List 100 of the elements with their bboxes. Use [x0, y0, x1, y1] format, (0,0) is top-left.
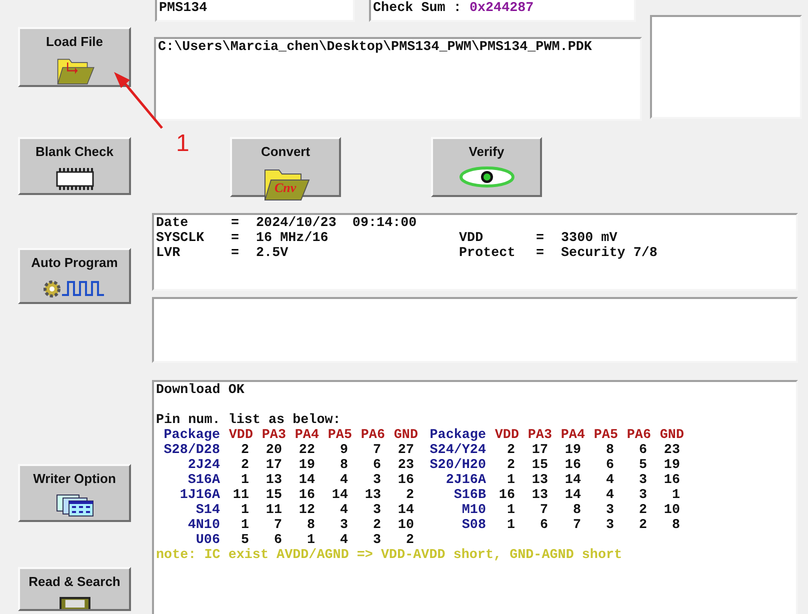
column-header: PA4	[560, 428, 586, 443]
load-file-button[interactable]: Load File	[18, 27, 131, 87]
pin-cell-text: 6	[538, 518, 549, 533]
auto-program-button[interactable]: Auto Program	[18, 248, 131, 304]
pin-cell-text: 17	[530, 443, 549, 458]
package-cell-text: 2J24	[186, 458, 221, 473]
package-cell-text: S16B	[452, 488, 487, 503]
info-value: 2024/10/23 09:14:00	[256, 216, 418, 231]
column-header: PA5	[326, 428, 353, 443]
pin-cell-text: 22	[298, 443, 316, 458]
package-cell-text: S14	[194, 503, 221, 518]
pin-cell-text: 1	[670, 488, 681, 503]
pin-cell-text: 19	[662, 458, 681, 473]
annotation-number: 1	[176, 131, 190, 157]
pin-cell-text: 3	[604, 518, 615, 533]
info-value: 16 MHz/16	[256, 231, 330, 246]
column-header: PA3	[526, 428, 553, 443]
pin-cell-text: 2	[638, 518, 648, 533]
pin-cell-text: 7	[572, 518, 582, 533]
pin-cell-text: 3	[338, 518, 349, 533]
equals-sign: =	[231, 231, 240, 246]
column-header: PA6	[360, 428, 386, 443]
pin-cell-text: 19	[298, 458, 316, 473]
checksum-field: Check Sum : 0x244287	[369, 0, 636, 22]
column-header: PA5	[592, 428, 619, 443]
package-cell-text: S20/H20	[428, 458, 487, 473]
pin-cell-text: 4	[604, 488, 615, 503]
package-cell-text: 2J16A	[444, 473, 487, 488]
column-header: Package	[162, 428, 221, 443]
icon-label: Cnv	[274, 180, 296, 194]
file-path-box: C:\Users\Marcia_chen\Desktop\PMS134_PWM\PMS134_PWM.PDK	[154, 37, 642, 121]
pin-cell-text: 16	[498, 488, 516, 503]
pin-cell-text: 8	[338, 458, 349, 473]
pin-cell-text: 2	[240, 443, 250, 458]
pin-cell-text: 1	[240, 473, 250, 488]
column-header: PA3	[260, 428, 287, 443]
pin-cell-text: 14	[396, 503, 415, 518]
read-search-button[interactable]: Read & Search	[18, 567, 131, 611]
blank-check-button[interactable]: Blank Check	[18, 137, 131, 195]
pin-cell-text: 9	[338, 443, 349, 458]
pin-cell-text: 4	[338, 533, 349, 548]
pin-cell-text: 15	[264, 488, 283, 503]
pin-cell-text: 8	[604, 443, 615, 458]
pin-cell-text: 6	[372, 458, 382, 473]
package-cell-text: 4N10	[186, 518, 221, 533]
writer-option-button[interactable]: Writer Option	[18, 464, 131, 522]
pin-cell-text: 1	[306, 533, 316, 548]
pin-cell-text: 14	[564, 473, 582, 488]
column-header: PA6	[626, 428, 652, 443]
pin-cell-text: 8	[306, 518, 316, 533]
pin-cell-text: 3	[372, 473, 382, 488]
pin-cell-text: 19	[564, 443, 582, 458]
pin-cell-text: 15	[530, 458, 549, 473]
pin-cell-text: 2	[506, 458, 516, 473]
verify-button[interactable]: Verify	[431, 137, 542, 197]
pin-cell-text: 20	[264, 443, 283, 458]
column-header: Package	[428, 428, 487, 443]
pin-cell-text: 23	[396, 458, 415, 473]
pin-cell-text: 17	[264, 458, 283, 473]
pin-cell-text: 14	[298, 473, 316, 488]
pin-cell-text: 13	[364, 488, 382, 503]
pin-cell-text: 7	[372, 443, 382, 458]
pin-cell-text: 16	[564, 458, 582, 473]
pin-cell-text: 2	[404, 488, 415, 503]
pin-cell-text: 1	[240, 518, 250, 533]
pin-cell-text: 16	[396, 473, 415, 488]
pin-cell-text: 2	[404, 533, 415, 548]
equals-sign: =	[536, 246, 546, 261]
info-value: 2.5V	[256, 246, 290, 261]
pin-cell-text: 5	[638, 458, 648, 473]
pin-cell-text: 6	[272, 533, 283, 548]
pin-cell-text: 1	[506, 503, 516, 518]
info-label: SYSCLK	[156, 231, 206, 246]
column-header: VDD	[228, 428, 254, 443]
status-text: Download OK	[156, 383, 246, 398]
pin-cell-text: 1	[240, 503, 250, 518]
package-cell-text: M10	[460, 503, 487, 518]
equals-sign: =	[231, 246, 240, 261]
note-text: note: IC exist AVDD/AGND => VDD-AVDD short, GND-AGND short	[156, 548, 624, 563]
info-label: Protect	[459, 246, 516, 261]
pin-cell-text: 16	[662, 473, 681, 488]
pin-cell-text: 6	[638, 443, 648, 458]
pin-cell-text: 13	[264, 473, 283, 488]
info-label: Date	[156, 216, 190, 231]
package-cell-text: S08	[460, 518, 487, 533]
pin-cell-text: 3	[372, 503, 382, 518]
pin-cell-text: 3	[372, 533, 381, 548]
pin-cell-text: 16	[298, 488, 316, 503]
pin-cell-text: 1	[506, 518, 516, 533]
pin-cell-text: 1	[506, 473, 516, 488]
column-header: GND	[392, 428, 419, 443]
intro-text: Pin num. list as below:	[156, 413, 342, 428]
column-header: VDD	[494, 428, 520, 443]
package-cell-text: S28/D28	[162, 443, 221, 458]
info-value: Security 7/8	[561, 246, 658, 261]
pin-cell-text: 3	[638, 473, 648, 488]
pin-cell-text: 10	[396, 518, 415, 533]
pin-cell-text: 5	[240, 533, 250, 548]
pin-cell-text: 14	[330, 488, 349, 503]
pin-cell-text: 6	[604, 458, 615, 473]
